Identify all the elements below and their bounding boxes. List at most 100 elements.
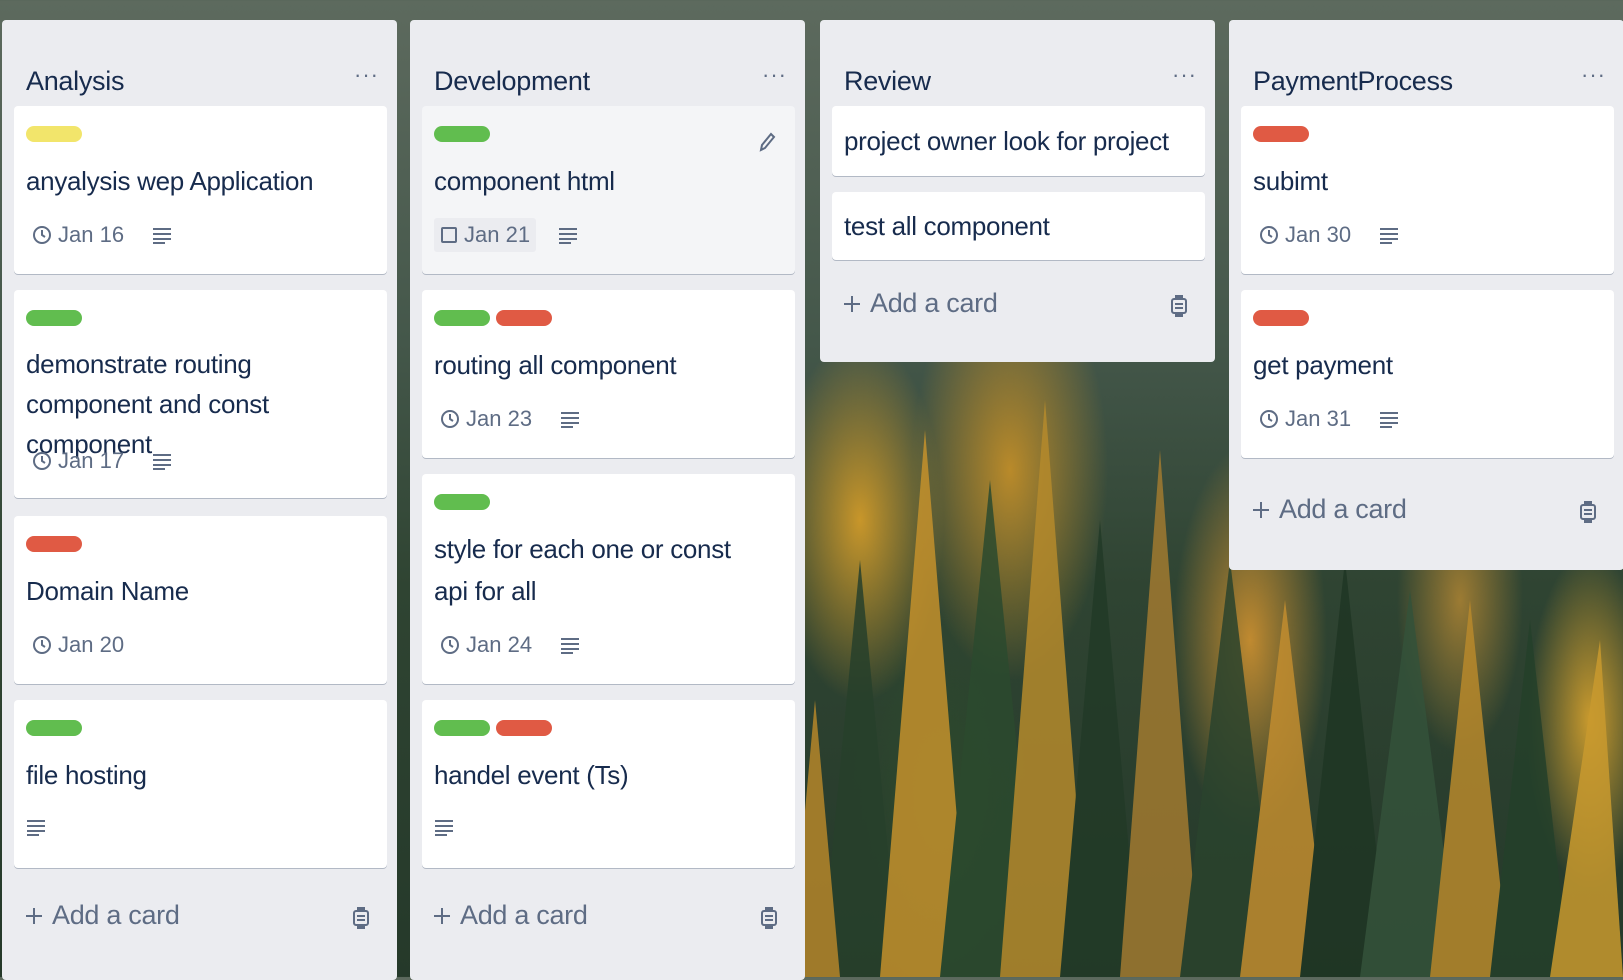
due-date-text: Jan 24 (466, 632, 533, 657)
clock-icon (441, 410, 459, 428)
card-badges: Jan 21 (434, 218, 578, 252)
list-header: Analysis ··· (2, 20, 397, 106)
card-title: project owner look for project (844, 126, 1169, 156)
add-card-label: Add a card (460, 900, 588, 930)
card-badges: Jan 30 (1253, 218, 1399, 252)
card-labels (26, 126, 82, 142)
label-green[interactable] (434, 310, 490, 326)
card-badges: Jan 16 (26, 218, 172, 252)
list-menu-icon[interactable]: ··· (354, 64, 379, 86)
pencil-edit-icon[interactable] (757, 130, 777, 154)
card[interactable]: Domain Name Jan 20 (14, 516, 387, 684)
list-title[interactable]: Analysis (26, 66, 124, 97)
card[interactable]: demonstrate routing component and const … (14, 290, 387, 498)
label-red[interactable] (26, 536, 82, 552)
card-template-icon[interactable] (1578, 500, 1598, 524)
card-badges: Jan 31 (1253, 402, 1399, 436)
list-menu-icon[interactable]: ··· (762, 64, 787, 86)
card[interactable]: component html Jan 21 (422, 106, 795, 274)
card[interactable]: style for each one or const api for all … (422, 474, 795, 684)
card-title: Domain Name (26, 576, 189, 606)
card[interactable]: file hosting (14, 700, 387, 868)
list-menu-icon[interactable]: ··· (1172, 64, 1197, 86)
card[interactable]: subimt Jan 30 (1241, 106, 1614, 274)
clock-icon (33, 452, 51, 470)
add-card-label: Add a card (52, 900, 180, 930)
list-review: Review ··· project owner look for projec… (820, 20, 1215, 362)
plus-icon (26, 907, 42, 924)
label-yellow[interactable] (26, 126, 82, 142)
list-menu-icon[interactable]: ··· (1581, 64, 1606, 86)
card[interactable]: get payment Jan 31 (1241, 290, 1614, 458)
due-date-text: Jan 17 (58, 448, 125, 473)
label-red[interactable] (496, 310, 552, 326)
due-date-badge[interactable]: Jan 30 (1253, 218, 1357, 252)
card-labels (26, 720, 82, 736)
description-icon (559, 228, 578, 244)
clock-icon (33, 636, 51, 654)
card-labels (434, 720, 552, 736)
card-template-icon[interactable] (351, 906, 371, 930)
due-date-badge[interactable]: Jan 17 (26, 444, 130, 478)
due-date-badge[interactable]: Jan 24 (434, 628, 538, 662)
label-green[interactable] (434, 494, 490, 510)
list-paymentprocess: PaymentProcess ··· subimt Jan 30 get pay… (1229, 20, 1623, 570)
card[interactable]: anyalysis wep Application Jan 16 (14, 106, 387, 274)
label-red[interactable] (1253, 126, 1309, 142)
list-title[interactable]: Review (844, 66, 931, 97)
label-red[interactable] (496, 720, 552, 736)
due-date-text: Jan 23 (466, 406, 533, 431)
due-date-text: Jan 16 (58, 222, 125, 247)
label-red[interactable] (1253, 310, 1309, 326)
card-badges: Jan 17 (26, 444, 172, 478)
plus-icon (844, 295, 860, 312)
add-card-button[interactable]: Add a card (1251, 494, 1407, 525)
description-icon (561, 638, 580, 654)
list-title[interactable]: PaymentProcess (1253, 66, 1453, 97)
card-labels (434, 126, 490, 142)
due-date-badge[interactable]: Jan 21 (434, 218, 537, 252)
clock-icon (1260, 226, 1278, 244)
card-badges: Jan 23 (434, 402, 580, 436)
description-icon (27, 820, 45, 836)
card-title: component html (434, 166, 615, 196)
card-badges: Jan 20 (26, 628, 130, 662)
card-badges (26, 818, 46, 836)
label-green[interactable] (26, 720, 82, 736)
due-date-badge[interactable]: Jan 16 (26, 218, 130, 252)
description-icon (1380, 412, 1399, 428)
list-header: Development ··· (410, 20, 805, 106)
due-date-badge[interactable]: Jan 20 (26, 628, 130, 662)
card[interactable]: handel event (Ts) (422, 700, 795, 868)
description-icon (435, 820, 453, 836)
card-title: subimt (1253, 166, 1328, 196)
card-title: file hosting (26, 760, 147, 790)
add-card-button[interactable]: Add a card (842, 288, 998, 319)
card-template-icon[interactable] (759, 906, 779, 930)
add-card-label: Add a card (870, 288, 998, 318)
card[interactable]: routing all component Jan 23 (422, 290, 795, 458)
card[interactable]: test all component (832, 192, 1205, 260)
label-green[interactable] (434, 126, 490, 142)
card[interactable]: project owner look for project (832, 106, 1205, 176)
card-title: test all component (844, 211, 1050, 241)
card-badges: Jan 24 (434, 628, 580, 662)
list-analysis: Analysis ··· anyalysis wep Application J… (2, 20, 397, 980)
add-card-button[interactable]: Add a card (432, 900, 588, 931)
due-date-text: Jan 30 (1285, 222, 1352, 247)
list-title[interactable]: Development (434, 66, 590, 97)
due-date-badge[interactable]: Jan 31 (1253, 402, 1357, 436)
card-title: handel event (Ts) (434, 760, 629, 790)
description-icon (153, 454, 172, 470)
board: Analysis ··· anyalysis wep Application J… (0, 0, 1623, 980)
plus-icon (434, 907, 450, 924)
plus-icon (1253, 501, 1269, 518)
checkbox-icon (441, 227, 457, 243)
label-green[interactable] (26, 310, 82, 326)
card-labels (434, 310, 552, 326)
card-title: routing all component (434, 350, 677, 380)
card-template-icon[interactable] (1169, 294, 1189, 318)
label-green[interactable] (434, 720, 490, 736)
add-card-button[interactable]: Add a card (24, 900, 180, 931)
due-date-badge[interactable]: Jan 23 (434, 402, 538, 436)
